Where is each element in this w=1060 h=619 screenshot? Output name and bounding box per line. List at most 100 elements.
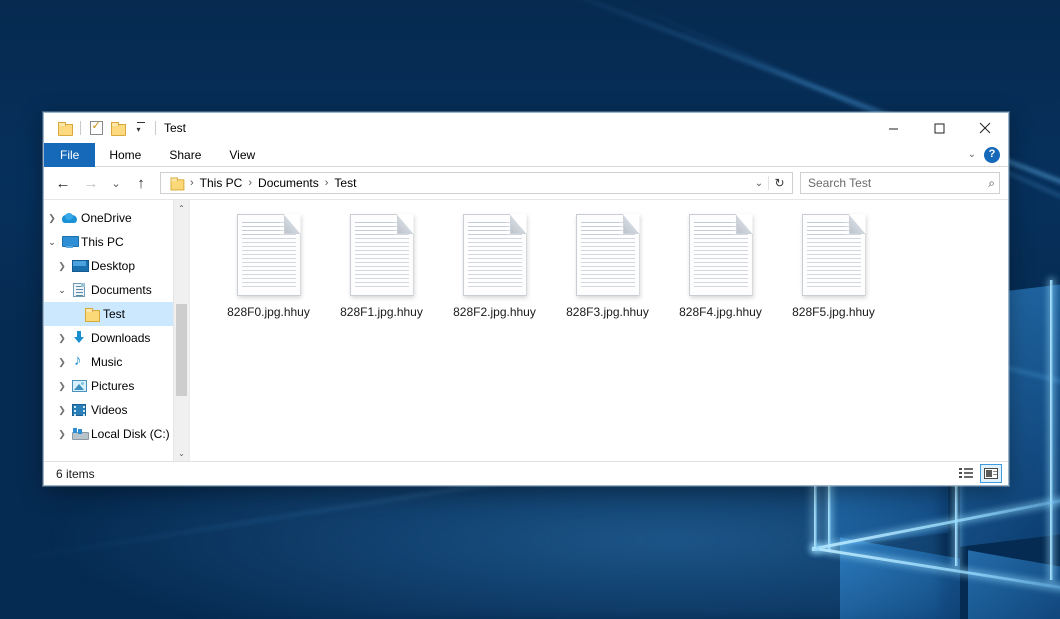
sidebar-item-label: Pictures [91, 379, 134, 393]
desktop: ▾ Test File Home Share View [0, 0, 1060, 619]
folder-icon [82, 308, 100, 321]
chevron-right-icon[interactable]: ❯ [54, 357, 70, 368]
this-pc-icon [60, 236, 78, 248]
new-folder-icon[interactable] [107, 117, 129, 139]
up-arrow-icon[interactable]: ↑ [128, 171, 154, 195]
chevron-right-icon[interactable]: ❯ [54, 405, 70, 416]
tab-share[interactable]: Share [155, 143, 215, 167]
tab-file[interactable]: File [44, 143, 95, 167]
sidebar-item-label: This PC [81, 235, 124, 249]
generic-document-icon [350, 214, 414, 296]
address-dropdown-chevron-icon[interactable]: ⌄ [750, 178, 768, 189]
chevron-down-icon[interactable]: ⌄ [44, 237, 60, 248]
breadcrumb-separator: › [187, 177, 197, 189]
sidebar-item-label: Test [103, 307, 125, 321]
refresh-icon[interactable]: ↻ [768, 176, 790, 190]
help-icon[interactable]: ? [984, 147, 1000, 163]
sidebar-item-videos[interactable]: ❯ Videos [44, 398, 189, 422]
ribbon-tab-strip: File Home Share View ⌄ ? [44, 143, 1008, 167]
sidebar-item-music[interactable]: ❯ Music [44, 350, 189, 374]
address-bar-right: ⌄ ↻ [750, 176, 790, 190]
search-icon[interactable]: ⌕ [988, 176, 995, 191]
tab-view[interactable]: View [215, 143, 269, 167]
sidebar-item-this-pc[interactable]: ⌄ This PC [44, 230, 189, 254]
file-item[interactable]: 828F4.jpg.hhuy [664, 212, 777, 340]
folder-icon[interactable] [54, 117, 76, 139]
details-view-button[interactable] [955, 464, 977, 483]
file-item[interactable]: 828F3.jpg.hhuy [551, 212, 664, 340]
generic-document-icon [689, 214, 753, 296]
close-button[interactable] [962, 113, 1008, 143]
title-bar: ▾ Test [44, 113, 1008, 143]
pictures-icon [70, 380, 88, 392]
search-input[interactable]: Search Test [808, 176, 871, 190]
desktop-icon [70, 260, 88, 272]
sidebar-item-label: Local Disk (C:) [91, 427, 170, 441]
view-mode-buttons [955, 464, 1002, 483]
sidebar-item-label: Music [91, 355, 122, 369]
chevron-up-icon[interactable]: ⌃ [174, 200, 189, 216]
toolbar-divider [80, 121, 81, 135]
chevron-right-icon[interactable]: ❯ [54, 381, 70, 392]
music-icon [70, 355, 88, 369]
sidebar-item-documents[interactable]: ⌄ Documents [44, 278, 189, 302]
file-explorer-window: ▾ Test File Home Share View [43, 112, 1009, 486]
sidebar-item-desktop[interactable]: ❯ Desktop [44, 254, 189, 278]
customize-chevron-icon[interactable]: ▾ [129, 117, 151, 139]
file-item[interactable]: 828F1.jpg.hhuy [325, 212, 438, 340]
sidebar-item-onedrive[interactable]: ❯ OneDrive [44, 206, 189, 230]
quick-access-toolbar: ▾ [44, 117, 160, 139]
generic-document-icon [463, 214, 527, 296]
navigation-bar: ← → ⌄ ↑ › This PC › Documents › Test ⌄ ↻ [44, 167, 1008, 199]
sidebar-item-label: Desktop [91, 259, 135, 273]
address-bar[interactable]: › This PC › Documents › Test ⌄ ↻ [160, 172, 793, 194]
chevron-down-icon[interactable]: ⌄ [174, 445, 189, 461]
navigation-pane: ❯ OneDrive ⌄ This PC ❯ Desktop ⌄ [44, 200, 189, 461]
downloads-icon [70, 331, 88, 345]
recent-locations-chevron-icon[interactable]: ⌄ [106, 171, 126, 195]
scrollbar-thumb[interactable] [176, 304, 187, 396]
generic-document-icon [802, 214, 866, 296]
forward-arrow-icon[interactable]: → [78, 171, 104, 195]
properties-icon[interactable] [85, 117, 107, 139]
maximize-button[interactable] [916, 113, 962, 143]
tab-home[interactable]: Home [95, 143, 155, 167]
sidebar-scrollbar[interactable]: ⌃ ⌄ [173, 200, 189, 461]
chevron-right-icon[interactable]: ❯ [54, 333, 70, 344]
file-item[interactable]: 828F5.jpg.hhuy [777, 212, 890, 340]
file-name-label: 828F3.jpg.hhuy [566, 305, 649, 320]
file-item[interactable]: 828F2.jpg.hhuy [438, 212, 551, 340]
chevron-down-icon[interactable]: ⌄ [968, 149, 976, 160]
onedrive-icon [60, 213, 78, 224]
sidebar-item-downloads[interactable]: ❯ Downloads [44, 326, 189, 350]
chevron-right-icon[interactable]: ❯ [44, 213, 60, 224]
chevron-right-icon[interactable]: ❯ [54, 429, 70, 440]
search-box[interactable]: Search Test ⌕ [800, 172, 1000, 194]
breadcrumb-test[interactable]: Test [331, 176, 359, 190]
sidebar-item-test[interactable]: Test [44, 302, 189, 326]
toolbar-divider [155, 121, 156, 135]
sidebar-item-local-disk[interactable]: ❯ Local Disk (C:) [44, 422, 189, 446]
item-count-label: 6 items [56, 467, 95, 481]
chevron-down-icon[interactable]: ⌄ [54, 285, 70, 296]
breadcrumb-folder-icon [166, 177, 187, 190]
file-list-view[interactable]: 828F0.jpg.hhuy 828F1.jpg.hhuy 828F2.jpg.… [189, 200, 1008, 461]
chevron-right-icon[interactable]: ❯ [54, 261, 70, 272]
file-name-label: 828F2.jpg.hhuy [453, 305, 536, 320]
breadcrumb-documents[interactable]: Documents [255, 176, 322, 190]
minimize-button[interactable] [870, 113, 916, 143]
sidebar-item-pictures[interactable]: ❯ Pictures [44, 374, 189, 398]
breadcrumb-separator: › [245, 177, 255, 189]
file-name-label: 828F1.jpg.hhuy [340, 305, 423, 320]
videos-icon [70, 404, 88, 416]
sidebar-item-label: OneDrive [81, 211, 132, 225]
ribbon-right-controls: ⌄ ? [968, 143, 1008, 166]
documents-icon [70, 283, 88, 297]
back-arrow-icon[interactable]: ← [50, 171, 76, 195]
sidebar-item-label: Documents [91, 283, 152, 297]
large-icons-view-button[interactable] [980, 464, 1002, 483]
breadcrumb-this-pc[interactable]: This PC [197, 176, 246, 190]
window-body: ❯ OneDrive ⌄ This PC ❯ Desktop ⌄ [44, 199, 1008, 461]
disk-icon [70, 428, 88, 440]
file-item[interactable]: 828F0.jpg.hhuy [212, 212, 325, 340]
